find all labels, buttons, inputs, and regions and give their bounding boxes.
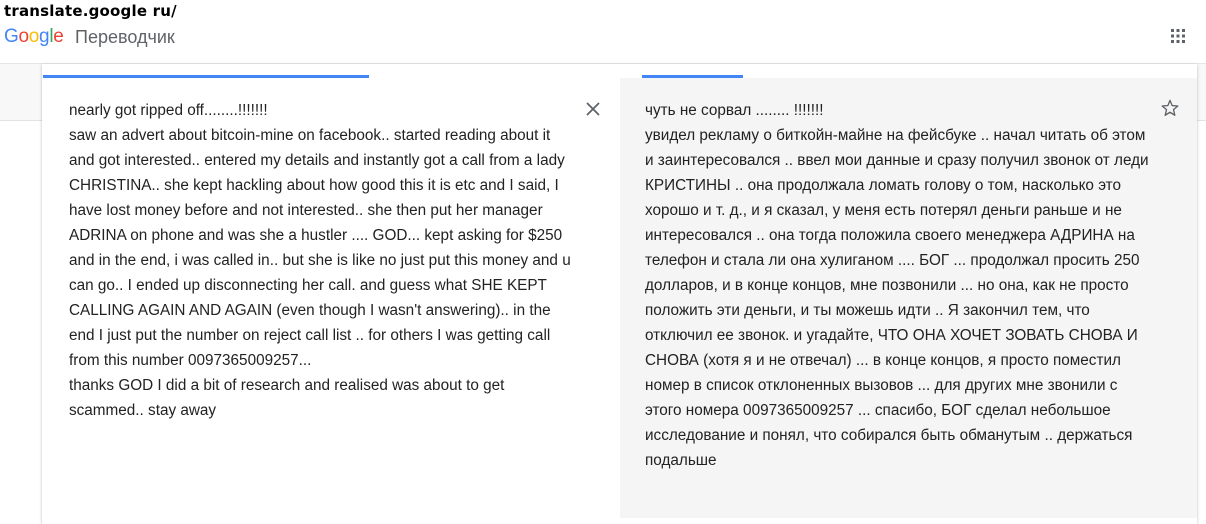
apps-grid-icon[interactable] (1170, 28, 1186, 44)
close-icon[interactable] (586, 102, 600, 116)
app-header: Google Переводчик (0, 22, 1206, 62)
translation-panel: чуть не сорвал ........ !!!!!!! увидел р… (620, 78, 1197, 518)
google-logo[interactable]: Google (4, 26, 64, 48)
source-textarea[interactable]: nearly got ripped off........!!!!!!! saw… (69, 98, 579, 423)
logo-letter: g (39, 26, 50, 47)
page-caption: translate.google ru/ (4, 2, 177, 20)
logo-letter: o (28, 26, 40, 47)
translation-output: чуть не сорвал ........ !!!!!!! увидел р… (645, 102, 1149, 469)
product-name: Переводчик (75, 27, 175, 47)
logo-letter: G (4, 26, 19, 47)
logo-letter: o (18, 26, 29, 47)
star-icon[interactable] (1160, 98, 1180, 118)
source-panel: nearly got ripped off........!!!!!!! saw… (43, 78, 620, 518)
logo-letter: e (53, 26, 64, 47)
